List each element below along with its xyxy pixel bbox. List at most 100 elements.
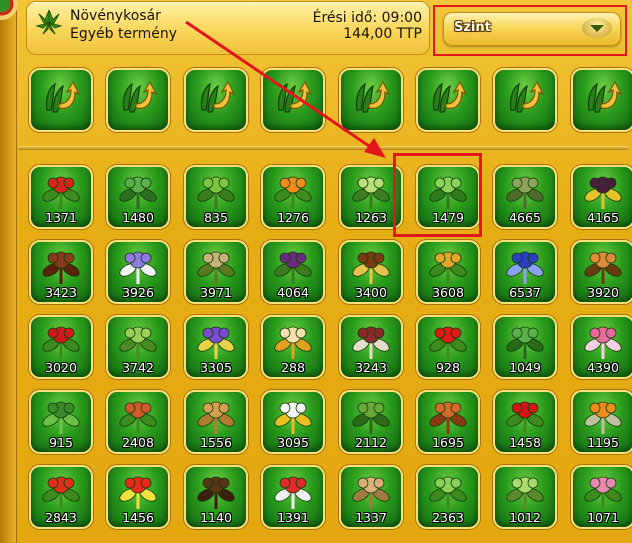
plant-count: 4665 [509, 210, 541, 225]
plant-tile[interactable]: 3971 [184, 240, 248, 304]
plant-tile[interactable]: 3920 [571, 240, 632, 304]
plant-tile[interactable]: 1695 [416, 390, 480, 454]
plant-tile[interactable]: 3400 [339, 240, 403, 304]
plant-tile[interactable]: 1556 [184, 390, 248, 454]
plant-tile[interactable]: 6537 [493, 240, 557, 304]
plant-tile[interactable]: 2112 [339, 390, 403, 454]
plant-count: 3971 [200, 285, 232, 300]
plant-tile[interactable]: 4165 [571, 165, 632, 229]
plant-count: 1391 [277, 510, 309, 525]
collect-seed-button[interactable] [29, 68, 93, 132]
ginger-knob-icon [352, 476, 390, 509]
collect-seed-button[interactable] [571, 68, 632, 132]
ginger-root-icon [197, 401, 235, 434]
plant-count: 1276 [277, 210, 309, 225]
plant-count: 3742 [122, 360, 154, 375]
green-pod-icon [119, 326, 157, 359]
plant-count: 1263 [355, 210, 387, 225]
plant-basket-icon [35, 9, 63, 35]
spiky-agave-icon [119, 176, 157, 209]
aloe-icon [506, 326, 544, 359]
collect-seed-button[interactable] [416, 68, 480, 132]
plant-count: 3400 [355, 285, 387, 300]
plant-tile[interactable]: 835 [184, 165, 248, 229]
plant-tile[interactable]: 1480 [106, 165, 170, 229]
plant-tile[interactable]: 3243 [339, 315, 403, 379]
plant-tile[interactable]: 1371 [29, 165, 93, 229]
plant-count: 1556 [200, 435, 232, 450]
plant-count: 1458 [509, 435, 541, 450]
plant-tile[interactable]: 288 [261, 315, 325, 379]
plant-tile[interactable]: 1337 [339, 465, 403, 529]
left-frame-strip [0, 0, 17, 543]
plant-count: 835 [204, 210, 228, 225]
plant-count: 3926 [122, 285, 154, 300]
plant-tile[interactable]: 3305 [184, 315, 248, 379]
red-bell-pepper-icon [506, 401, 544, 434]
plant-count: 2363 [432, 510, 464, 525]
blue-flower-icon [506, 251, 544, 284]
plant-count: 3020 [45, 360, 77, 375]
marigold-icon [274, 176, 312, 209]
plant-tile[interactable]: 2843 [29, 465, 93, 529]
plant-tile[interactable]: 3423 [29, 240, 93, 304]
plant-count: 1456 [122, 510, 154, 525]
plant-tile[interactable]: 928 [416, 315, 480, 379]
plant-tile[interactable]: 3608 [416, 240, 480, 304]
plant-count: 928 [436, 360, 460, 375]
collect-seed-button[interactable] [339, 68, 403, 132]
nutmeg-icon [352, 326, 390, 359]
collect-seed-button[interactable] [493, 68, 557, 132]
seed-collect-icon [200, 80, 236, 113]
plant-tile[interactable]: 1140 [184, 465, 248, 529]
plant-tile[interactable]: 3742 [106, 315, 170, 379]
plant-title: Növénykosár [70, 8, 161, 24]
plant-count: 915 [49, 435, 73, 450]
plant-count: 6537 [509, 285, 541, 300]
plant-tile[interactable]: 2408 [106, 390, 170, 454]
plant-tile[interactable]: 1049 [493, 315, 557, 379]
plant-tile[interactable]: 3926 [106, 240, 170, 304]
cane-stalk-icon [506, 176, 544, 209]
cinnamon-icon [42, 251, 80, 284]
plant-count: 3920 [587, 285, 619, 300]
collect-seed-button[interactable] [184, 68, 248, 132]
collect-seed-button[interactable] [261, 68, 325, 132]
plant-tile[interactable]: 1195 [571, 390, 632, 454]
plant-tile[interactable]: 3095 [261, 390, 325, 454]
pink-protea-icon [584, 326, 622, 359]
plant-tile[interactable]: 4665 [493, 165, 557, 229]
dropdown-highlight-box [433, 5, 627, 56]
star-anise-icon [352, 251, 390, 284]
seed-collect-icon [355, 80, 391, 113]
plant-tile[interactable]: 3020 [29, 315, 93, 379]
red-tulip-icon [42, 476, 80, 509]
plant-tile[interactable]: 1012 [493, 465, 557, 529]
plant-tile[interactable]: 1276 [261, 165, 325, 229]
plant-tile[interactable]: 2363 [416, 465, 480, 529]
seed-collect-icon [509, 80, 545, 113]
lemongrass-icon [506, 476, 544, 509]
green-sprout-icon [429, 476, 467, 509]
plant-count: 1695 [432, 435, 464, 450]
price-value: 144,00 TTP [343, 26, 422, 42]
plant-count: 1480 [122, 210, 154, 225]
white-daisy-icon [274, 401, 312, 434]
plant-count: 4165 [587, 210, 619, 225]
plant-tile[interactable]: 1456 [106, 465, 170, 529]
ripening-time: Érési idő: 09:00 [312, 10, 422, 26]
collect-seed-button[interactable] [106, 68, 170, 132]
plant-tile[interactable]: 1391 [261, 465, 325, 529]
red-mushroom-icon [274, 476, 312, 509]
selected-tile-highlight [393, 153, 482, 237]
plant-count: 2112 [355, 435, 387, 450]
plant-tile[interactable]: 1458 [493, 390, 557, 454]
plant-count: 3243 [355, 360, 387, 375]
leafy-herb-icon [197, 176, 235, 209]
plant-tile[interactable]: 4390 [571, 315, 632, 379]
plant-tile[interactable]: 915 [29, 390, 93, 454]
plant-tile[interactable]: 4064 [261, 240, 325, 304]
plant-count: 3095 [277, 435, 309, 450]
coffee-bean-icon [197, 476, 235, 509]
plant-tile[interactable]: 1071 [571, 465, 632, 529]
